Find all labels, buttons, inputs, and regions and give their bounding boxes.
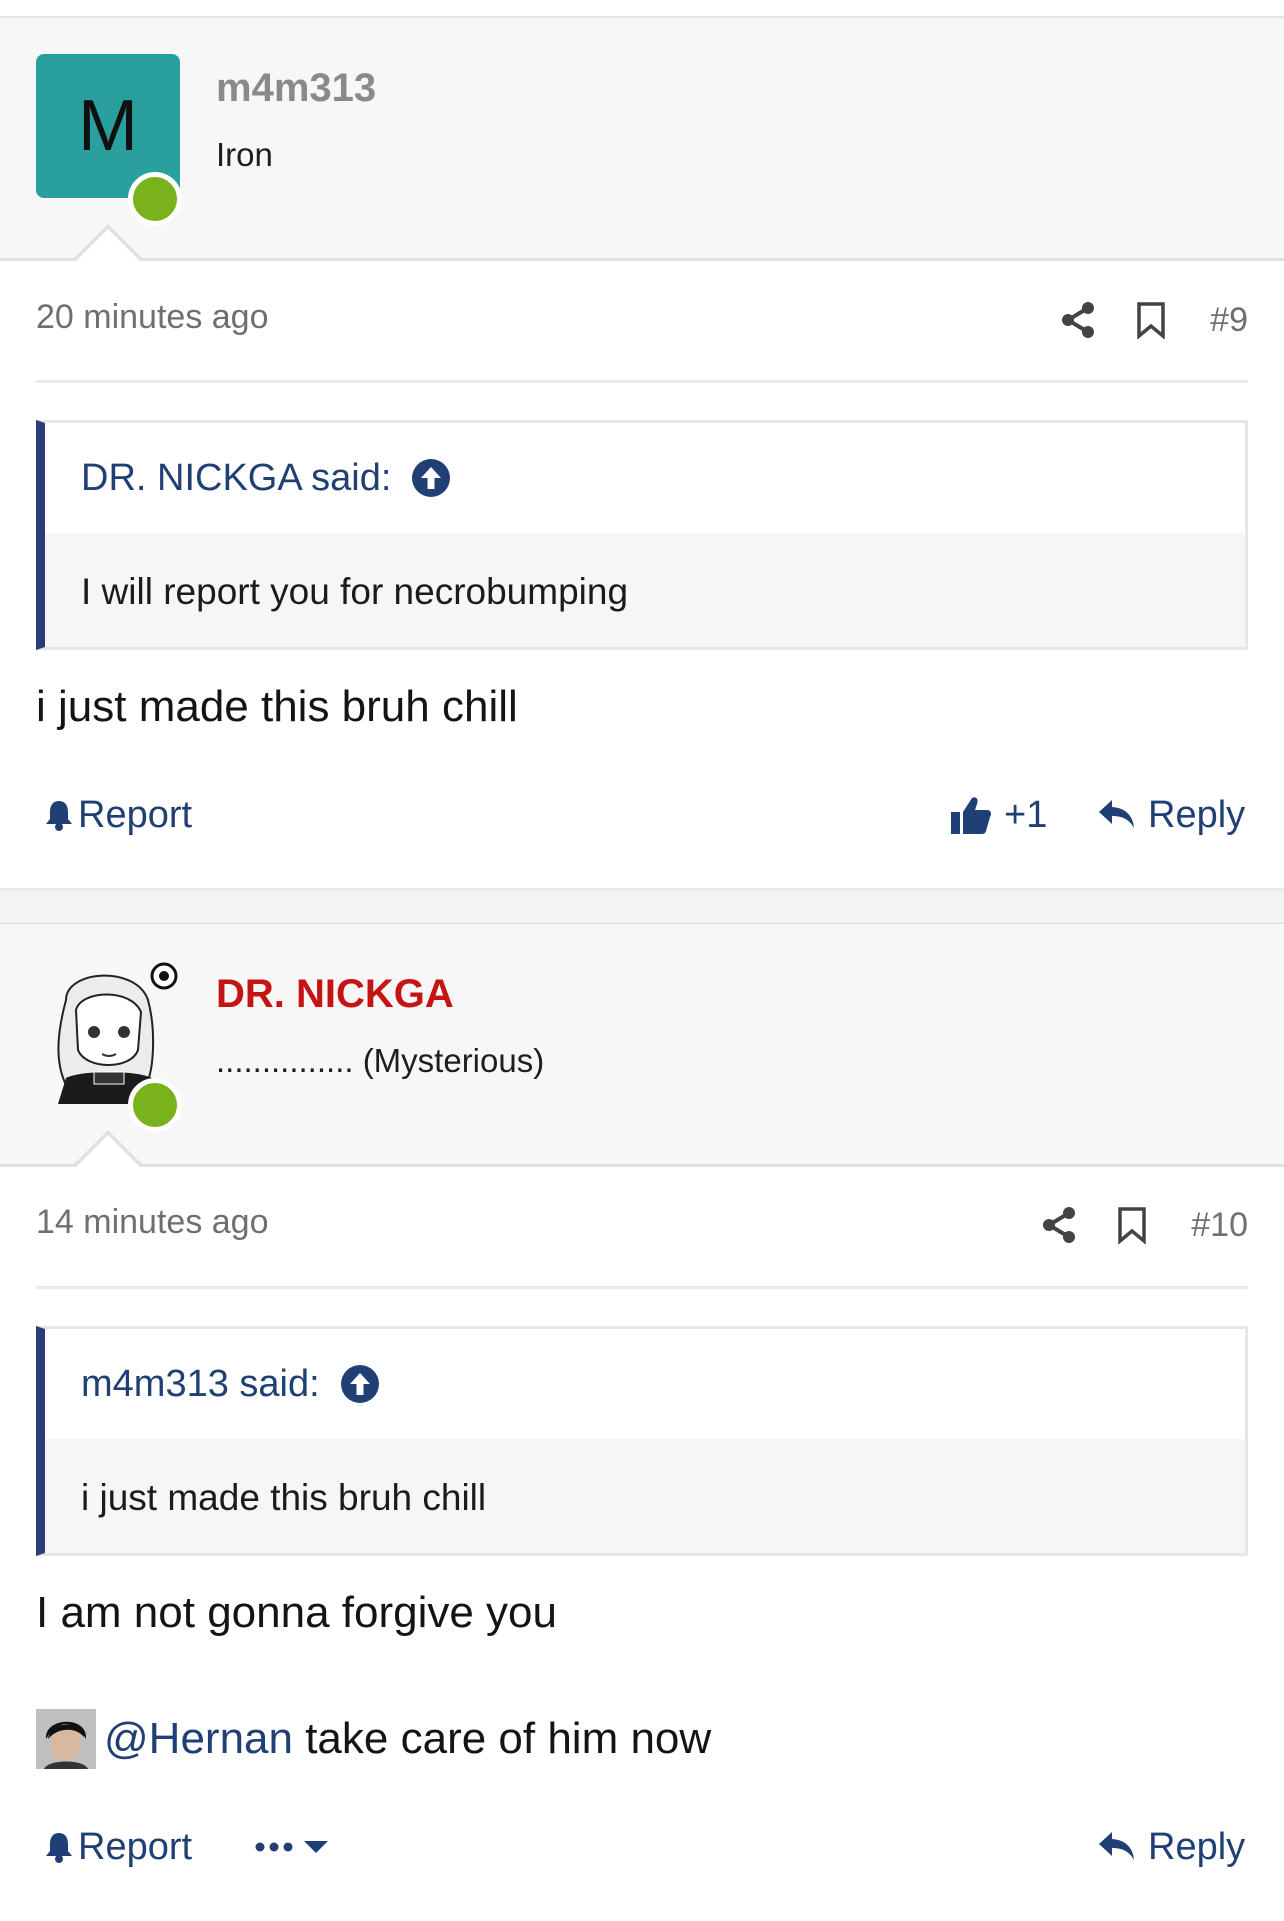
quote-author[interactable]: DR. NICKGA said: bbox=[81, 457, 391, 500]
report-label: Report bbox=[78, 1825, 193, 1868]
online-status-icon bbox=[128, 1078, 182, 1132]
mention-row: @Hernan take care of him now bbox=[36, 1709, 711, 1769]
meta-separator bbox=[36, 380, 1248, 383]
reply-icon bbox=[1099, 800, 1134, 828]
report-button[interactable]: Report bbox=[44, 780, 192, 850]
like-count: +1 bbox=[1004, 793, 1048, 836]
caret bbox=[76, 1135, 140, 1167]
meta-separator bbox=[36, 1286, 1248, 1289]
post-time[interactable]: 20 minutes ago bbox=[36, 298, 269, 337]
post-meta: 14 minutes ago #10 bbox=[36, 1195, 1248, 1255]
post-meta: 20 minutes ago #9 bbox=[36, 290, 1248, 350]
user-title: Iron bbox=[216, 136, 273, 173]
post-10-header: DR. NICKGA ............... (Mysterious) bbox=[0, 922, 1284, 1167]
more-dots-icon bbox=[255, 1841, 328, 1853]
bookmark-icon[interactable] bbox=[1136, 301, 1166, 339]
quote-block: DR. NICKGA said: I will report you for n… bbox=[36, 420, 1248, 650]
post-actions: Report Reply bbox=[36, 1812, 1248, 1882]
thumbs-up-icon bbox=[951, 797, 991, 834]
share-icon[interactable] bbox=[1041, 1206, 1077, 1244]
avatar[interactable] bbox=[36, 960, 182, 1132]
report-label: Report bbox=[78, 793, 193, 836]
arrow-up-circle-icon[interactable] bbox=[411, 458, 451, 498]
post-message: i just made this bruh chill bbox=[36, 682, 518, 731]
quote-text: I will report you for necrobumping bbox=[81, 571, 629, 612]
online-status-icon bbox=[128, 172, 182, 226]
username[interactable]: DR. NICKGA bbox=[216, 972, 454, 1017]
quote-author[interactable]: m4m313 said: bbox=[81, 1363, 320, 1406]
bell-icon bbox=[46, 801, 72, 831]
bookmark-icon[interactable] bbox=[1117, 1206, 1147, 1244]
user-title: ............... (Mysterious) bbox=[216, 1042, 545, 1079]
post-actions: Report +1 Reply bbox=[36, 780, 1248, 850]
post-9-header: M m4m313 Iron bbox=[0, 16, 1284, 261]
quote-block: m4m313 said: i just made this bruh chill bbox=[36, 1326, 1248, 1556]
reply-button[interactable]: Reply bbox=[1098, 1812, 1245, 1882]
post-time[interactable]: 14 minutes ago bbox=[36, 1203, 269, 1242]
mention-link[interactable]: @Hernan bbox=[104, 1714, 293, 1764]
post-message: I am not gonna forgive you bbox=[36, 1588, 557, 1637]
reply-label: Reply bbox=[1148, 1825, 1246, 1868]
mention-avatar-image bbox=[36, 1709, 96, 1769]
like-button[interactable]: +1 bbox=[950, 780, 1047, 850]
mention-text: take care of him now bbox=[292, 1714, 712, 1763]
post-gap bbox=[0, 888, 1284, 921]
bell-icon bbox=[46, 1833, 72, 1863]
more-options-button[interactable] bbox=[252, 1812, 332, 1882]
avatar[interactable]: M bbox=[36, 54, 182, 226]
reply-icon bbox=[1099, 1832, 1134, 1860]
reply-button[interactable]: Reply bbox=[1098, 780, 1245, 850]
post-number[interactable]: #9 bbox=[1210, 301, 1248, 340]
arrow-up-circle-icon[interactable] bbox=[340, 1364, 380, 1404]
quote-text: i just made this bruh chill bbox=[81, 1477, 487, 1518]
caret bbox=[76, 229, 140, 261]
username[interactable]: m4m313 bbox=[216, 66, 376, 111]
post-number[interactable]: #10 bbox=[1191, 1206, 1248, 1245]
report-button[interactable]: Report bbox=[44, 1812, 192, 1882]
reply-label: Reply bbox=[1148, 793, 1246, 836]
share-icon[interactable] bbox=[1060, 301, 1096, 339]
